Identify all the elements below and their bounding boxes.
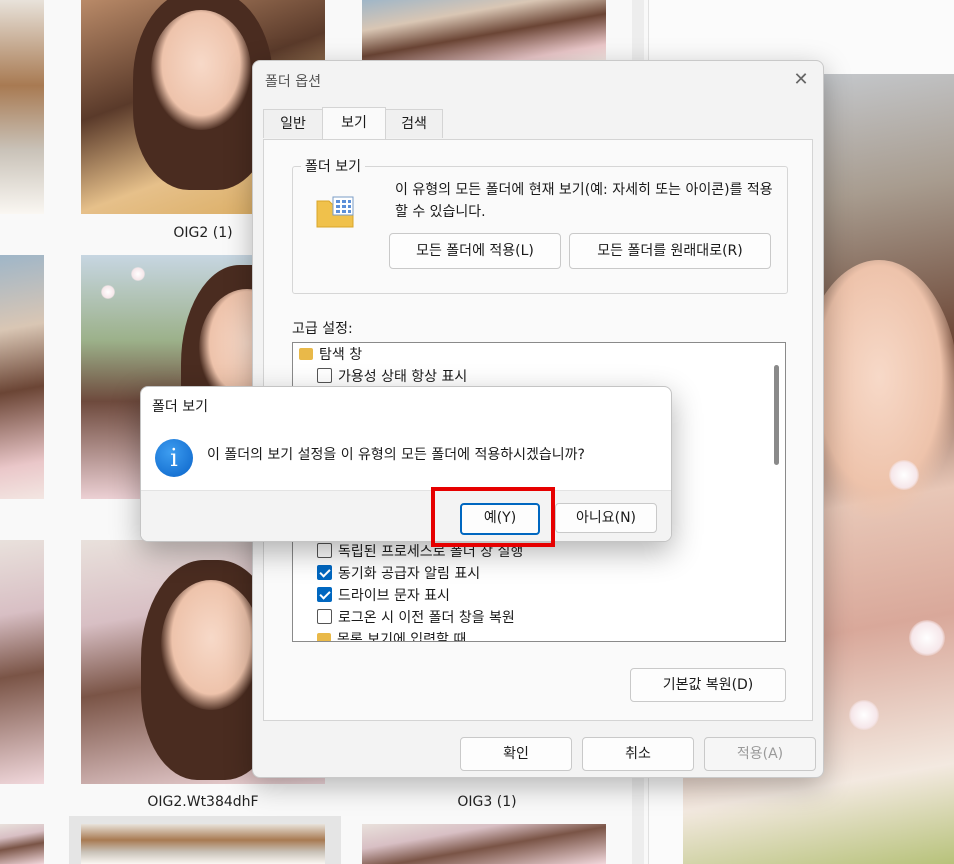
face-shape (161, 580, 261, 710)
thumbnail[interactable] (0, 0, 44, 214)
group-title: 폴더 보기 (301, 156, 365, 176)
apply-to-folders-button[interactable]: 모든 폴더에 적용(L) (389, 233, 561, 269)
checkbox[interactable] (317, 368, 332, 383)
tree-checkbox-row[interactable]: 동기화 공급자 알림 표시 (317, 563, 480, 585)
confirm-dialog-title: 폴더 보기 (152, 399, 208, 415)
folder-view-description: 이 유형의 모든 폴더에 현재 보기(예: 자세히 또는 아이콘)를 적용할 수… (395, 182, 773, 220)
checkbox[interactable] (317, 609, 332, 624)
thumbnail-image (0, 255, 44, 499)
apply-button[interactable]: 적용(A) (704, 737, 816, 771)
blossom-shape (849, 700, 879, 730)
folder-icon (317, 633, 331, 641)
tab-general[interactable]: 일반 (263, 109, 323, 138)
thumbnail[interactable] (0, 255, 44, 499)
confirm-dialog-footer: 예(Y) 아니요(N) (141, 490, 671, 541)
blossom-shape (889, 460, 919, 490)
no-button[interactable]: 아니요(N) (555, 503, 657, 533)
folder-tree-icon (299, 348, 313, 360)
tree-item-label: 드라이브 문자 표시 (338, 588, 450, 604)
thumbnail-image (362, 0, 606, 60)
checkbox[interactable] (317, 543, 332, 558)
checkbox-checked[interactable] (317, 565, 332, 580)
dialog-title: 폴더 옵션 (265, 74, 321, 90)
tab-view[interactable]: 보기 (322, 107, 386, 139)
blossom-shape (909, 620, 945, 656)
reset-folders-button[interactable]: 모든 폴더를 원래대로(R) (569, 233, 771, 269)
confirm-dialog: 폴더 보기 i 이 폴더의 보기 설정을 이 유형의 모든 폴더에 적용하시겠습… (140, 386, 672, 542)
tree-category-navigation-pane: 탐색 창 (299, 344, 362, 366)
thumbnail[interactable] (0, 540, 44, 784)
ok-button[interactable]: 확인 (460, 737, 572, 771)
thumbnail[interactable] (81, 824, 325, 864)
folder-view-icon (316, 196, 354, 228)
close-icon[interactable]: ✕ (789, 69, 813, 93)
tab-search[interactable]: 검색 (385, 109, 443, 138)
thumbnail-image (81, 824, 325, 864)
tree-category-list-view: 목록 보기에 입력할 때 (317, 629, 467, 642)
blossom-shape (131, 267, 145, 281)
tree-item-label: 가용성 상태 항상 표시 (338, 369, 468, 385)
confirm-message: 이 폴더의 보기 설정을 이 유형의 모든 폴더에 적용하시겠습니까? (207, 447, 585, 463)
tree-item-label: 동기화 공급자 알림 표시 (338, 566, 481, 582)
blossom-shape (101, 285, 115, 299)
tree-item-label: 목록 보기에 입력할 때 (337, 632, 467, 642)
annotation-highlight-box (431, 487, 555, 547)
tree-item-label: 로그온 시 이전 폴더 창을 복원 (338, 610, 515, 626)
tree-checkbox-row[interactable]: 가용성 상태 항상 표시 (317, 366, 467, 388)
advanced-settings-label: 고급 설정: (292, 321, 353, 337)
thumbnail-image (362, 824, 606, 864)
thumbnail-image (0, 824, 44, 864)
info-icon: i (155, 439, 193, 477)
tree-item-label: 탐색 창 (319, 347, 363, 363)
thumbnail[interactable] (0, 824, 44, 864)
file-name-label[interactable]: OIG2.Wt384dhF (81, 794, 325, 810)
file-name-label[interactable]: OIG3 (1) (362, 794, 612, 810)
thumbnail-image (0, 540, 44, 784)
cancel-button[interactable]: 취소 (582, 737, 694, 771)
thumbnail[interactable] (362, 0, 606, 60)
tree-checkbox-row[interactable]: 드라이브 문자 표시 (317, 585, 450, 607)
tree-checkbox-row[interactable]: 로그온 시 이전 폴더 창을 복원 (317, 607, 515, 629)
thumbnail[interactable] (362, 824, 606, 864)
thumbnail-image (0, 0, 44, 214)
face-shape (151, 10, 251, 130)
tree-scrollbar-thumb[interactable] (774, 365, 779, 465)
checkbox-checked[interactable] (317, 587, 332, 602)
restore-defaults-button[interactable]: 기본값 복원(D) (630, 668, 786, 702)
folder-view-group: 폴더 보기 이 유형의 모든 폴더에 현재 보기(예: 자세히 또는 아이콘)를… (292, 156, 788, 294)
